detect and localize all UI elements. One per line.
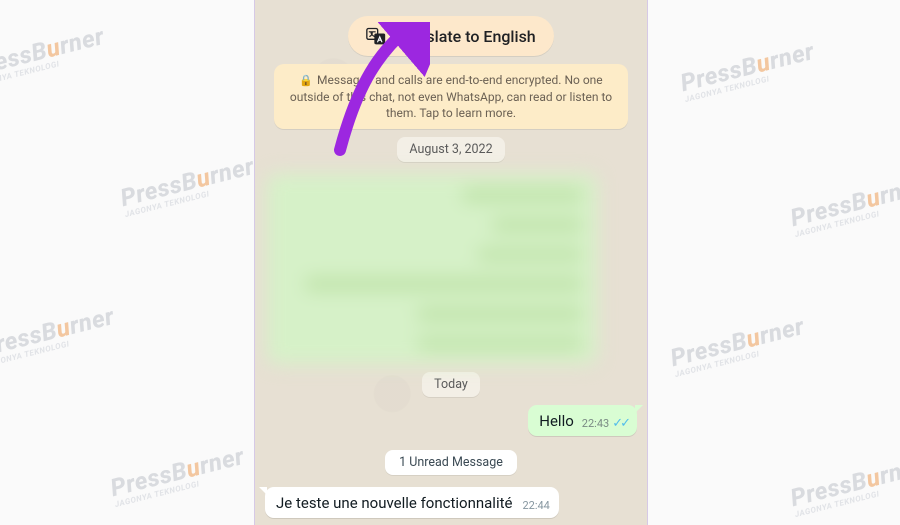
watermark: PressBurnerJAGONYA TEKNOLOGI: [788, 174, 900, 239]
lock-icon: 🔒: [299, 74, 313, 87]
watermark: PressBurnerJAGONYA TEKNOLOGI: [678, 39, 819, 104]
outgoing-message[interactable]: Hello 22:43 ✓✓: [528, 405, 637, 436]
encryption-text: 🔒Messages and calls are end-to-end encry…: [286, 72, 616, 121]
watermark: PressBurnerJAGONYA TEKNOLOGI: [118, 154, 259, 219]
message-time: 22:43: [582, 417, 609, 430]
translate-icon: [366, 26, 386, 46]
watermark: PressBurnerJAGONYA TEKNOLOGI: [108, 444, 249, 509]
unread-divider: 1 Unread Message: [385, 450, 517, 475]
message-time: 22:44: [522, 499, 549, 512]
message-text: Je teste une nouvelle fonctionnalité: [276, 494, 512, 512]
message-meta: 22:43 ✓✓: [582, 417, 628, 430]
canvas: PressBurnerJAGONYA TEKNOLOGI PressBurner…: [0, 0, 900, 525]
redacted-messages: [267, 174, 597, 364]
watermark: PressBurnerJAGONYA TEKNOLOGI: [0, 24, 109, 89]
read-ticks-icon: ✓✓: [612, 417, 628, 430]
watermark: PressBurnerJAGONYA TEKNOLOGI: [788, 454, 900, 519]
date-chip: August 3, 2022: [397, 137, 504, 162]
translate-button[interactable]: Translate to English: [348, 16, 553, 56]
date-chip-today: Today: [422, 372, 480, 397]
incoming-message[interactable]: Je teste une nouvelle fonctionnalité 22:…: [265, 487, 559, 518]
encryption-notice[interactable]: 🔒Messages and calls are end-to-end encry…: [274, 64, 628, 129]
chat-screen: Translate to English 🔒Messages and calls…: [254, 0, 648, 525]
watermark: PressBurnerJAGONYA TEKNOLOGI: [668, 314, 809, 379]
message-text: Hello: [539, 412, 574, 430]
translate-label: Translate to English: [394, 27, 535, 46]
watermark: PressBurnerJAGONYA TEKNOLOGI: [0, 304, 119, 369]
